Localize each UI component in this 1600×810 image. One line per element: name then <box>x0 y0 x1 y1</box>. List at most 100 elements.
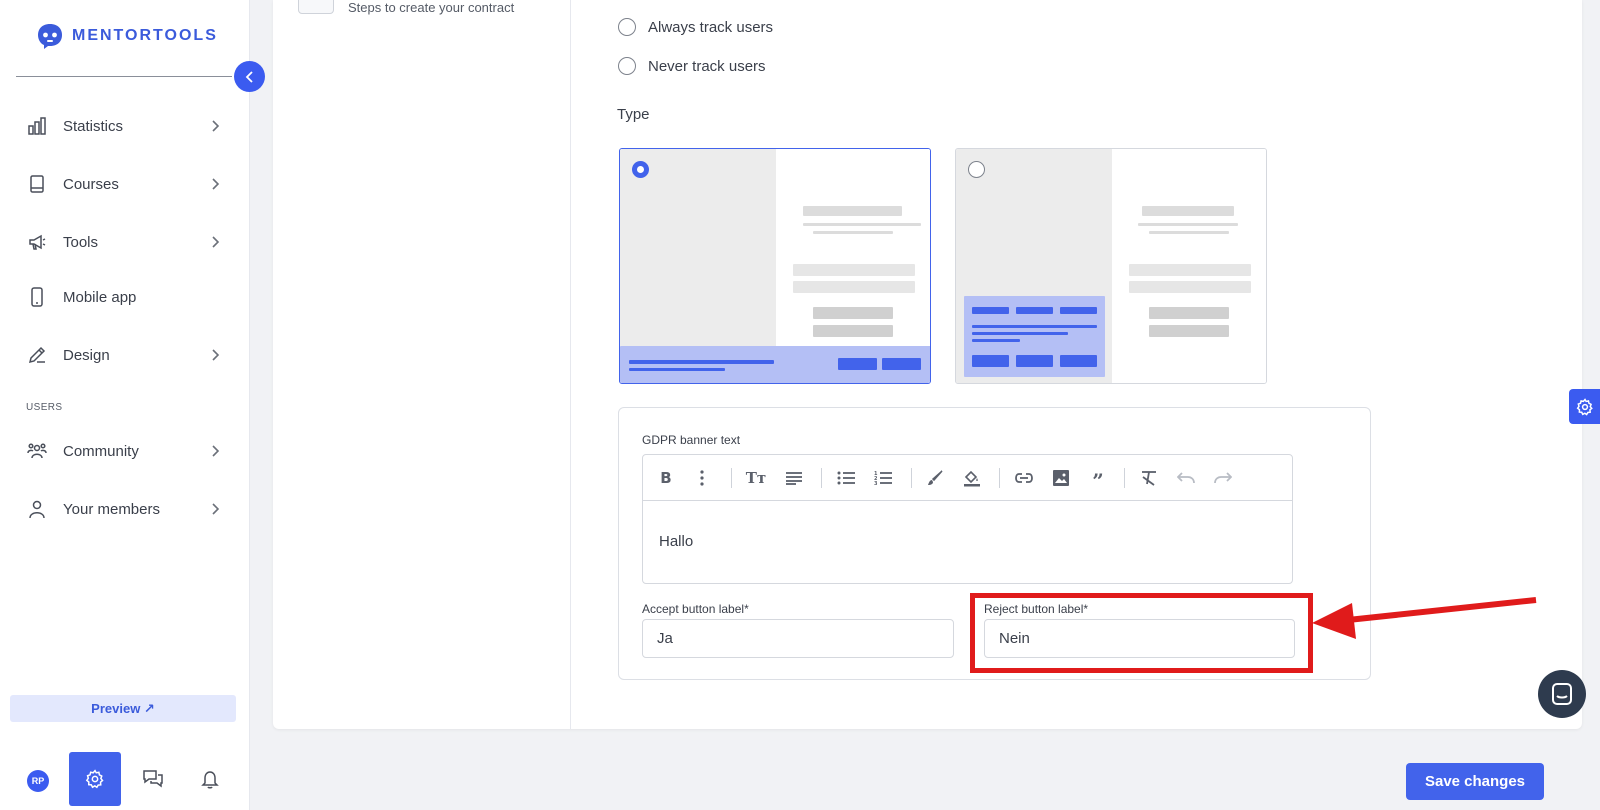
quote-icon: ” <box>1092 469 1104 493</box>
sidebar-item-label: Design <box>63 346 110 364</box>
step-icon <box>298 0 334 14</box>
editor-toolbar: B Tт 123 ” <box>643 455 1292 501</box>
save-changes-button[interactable]: Save changes <box>1406 763 1544 800</box>
redo-button[interactable] <box>1212 467 1234 489</box>
sidebar-item-tools[interactable]: Tools <box>26 227 222 257</box>
chevron-left-icon <box>245 70 253 83</box>
accept-button-label: Accept button label* <box>642 602 749 616</box>
bar-chart-icon <box>26 115 48 137</box>
messages-button[interactable] <box>140 766 166 792</box>
vertical-dots-icon <box>700 470 704 486</box>
chevron-right-icon <box>212 445 220 457</box>
sidebar-item-label: Courses <box>63 175 119 193</box>
toolbar-separator <box>911 468 912 488</box>
link-button[interactable] <box>1013 467 1035 489</box>
radio-circle[interactable] <box>618 18 636 36</box>
link-icon <box>1015 473 1033 483</box>
mobile-icon <box>26 286 48 308</box>
text-size-button[interactable]: Tт <box>745 467 767 489</box>
clear-format-icon <box>1142 471 1156 486</box>
radio-label: Always track users <box>648 18 774 36</box>
rich-text-editor[interactable]: B Tт 123 ” Hallo <box>642 454 1293 584</box>
radio-never-track[interactable]: Never track users <box>618 57 766 75</box>
support-chat-button[interactable] <box>1538 670 1586 718</box>
sidebar-item-your-members[interactable]: Your members <box>26 494 222 524</box>
preview-content <box>1112 149 1266 383</box>
sidebar-item-label: Community <box>63 442 139 460</box>
sidebar-item-statistics[interactable]: Statistics <box>26 111 222 141</box>
type-option-box[interactable] <box>955 148 1267 384</box>
avatar[interactable]: RP <box>27 770 49 792</box>
toolbar-separator <box>731 468 732 488</box>
notifications-button[interactable] <box>197 766 223 792</box>
accept-button-label-input[interactable] <box>642 619 954 658</box>
toolbar-separator <box>999 468 1000 488</box>
chevron-right-icon <box>212 178 220 190</box>
step-subtitle: Steps to create your contract <box>348 0 515 15</box>
type-option-bottom-banner[interactable] <box>619 148 931 384</box>
chevron-right-icon <box>212 349 220 361</box>
sidebar-item-label: Tools <box>63 233 99 251</box>
fill-color-button[interactable] <box>961 467 983 489</box>
paint-bucket-icon <box>964 470 980 487</box>
megaphone-icon <box>26 231 48 253</box>
user-icon <box>26 498 48 520</box>
type-label: Type <box>617 106 650 123</box>
sidebar-divider <box>16 76 232 77</box>
collapse-sidebar-button[interactable] <box>234 61 265 92</box>
radio-circle[interactable] <box>618 57 636 75</box>
clear-format-button[interactable] <box>1138 467 1160 489</box>
book-icon <box>26 173 48 195</box>
bold-icon: B <box>660 469 672 487</box>
floating-settings-button[interactable] <box>1569 389 1600 424</box>
chat-bubble-icon <box>1552 683 1572 705</box>
image-button[interactable] <box>1050 467 1072 489</box>
sidebar-item-label: Your members <box>63 500 160 518</box>
annotation-highlight-box <box>970 593 1313 673</box>
logo-icon <box>38 24 62 49</box>
card-divider <box>570 0 571 729</box>
chat-icon <box>143 770 163 788</box>
more-options-button[interactable] <box>691 467 713 489</box>
gear-icon <box>1576 397 1593 416</box>
sidebar-item-courses[interactable]: Courses <box>26 169 222 199</box>
align-button[interactable] <box>783 467 805 489</box>
settings-button[interactable] <box>69 752 121 806</box>
svg-text:3: 3 <box>874 481 878 485</box>
sidebar-item-label: Statistics <box>63 117 124 135</box>
annotation-arrow <box>1312 597 1537 639</box>
bullet-list-button[interactable] <box>835 467 857 489</box>
type-radio[interactable] <box>968 161 985 178</box>
numbered-list-button[interactable]: 123 <box>872 467 894 489</box>
section-label-users: USERS <box>26 402 63 413</box>
sidebar-item-design[interactable]: Design <box>26 340 222 370</box>
bold-button[interactable]: B <box>655 467 677 489</box>
preview-button[interactable]: Preview ↗ <box>10 695 236 722</box>
sidebar-item-community[interactable]: Community <box>26 436 222 466</box>
logo-text: MENTORTOOLS <box>72 27 218 44</box>
chevron-right-icon <box>212 503 220 515</box>
bell-icon <box>201 771 219 789</box>
brush-icon <box>928 470 943 485</box>
sidebar-item-label: Mobile app <box>63 288 137 306</box>
toolbar-separator <box>821 468 822 488</box>
radio-always-track[interactable]: Always track users <box>618 18 773 36</box>
editor-content[interactable]: Hallo <box>659 533 693 550</box>
chevron-right-icon <box>212 236 220 248</box>
gdpr-banner-text-label: GDPR banner text <box>642 433 741 447</box>
pencil-icon <box>26 344 48 366</box>
quote-button[interactable]: ” <box>1087 467 1109 493</box>
text-color-button[interactable] <box>924 467 946 489</box>
align-left-icon <box>786 472 802 485</box>
undo-button[interactable] <box>1175 467 1197 489</box>
radio-label: Never track users <box>648 57 766 75</box>
bullet-list-icon <box>837 471 855 485</box>
redo-icon <box>1214 472 1232 484</box>
logo[interactable]: MENTORTOOLS <box>36 22 218 50</box>
text-size-icon: Tт <box>745 469 767 487</box>
image-icon <box>1053 470 1069 486</box>
sidebar-item-mobile-app[interactable]: Mobile app <box>26 282 222 312</box>
toolbar-separator <box>1124 468 1125 488</box>
gear-icon <box>85 769 104 789</box>
type-radio-selected[interactable] <box>632 161 649 178</box>
